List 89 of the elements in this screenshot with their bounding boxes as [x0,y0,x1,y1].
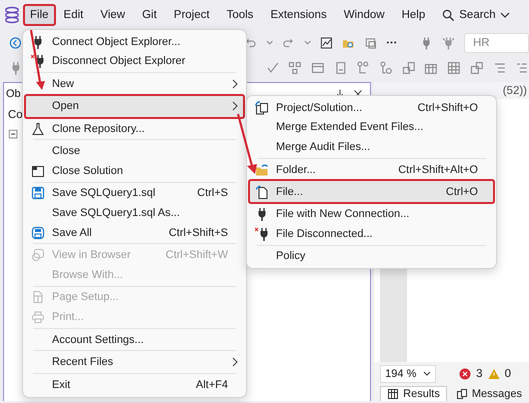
shortcut-text: Ctrl+Shift+Alt+O [398,164,478,176]
folder-icon [255,162,269,177]
table-icon [311,60,325,74]
menu-title[interactable]: View [95,6,130,24]
save-icon [31,186,45,200]
back-icon [9,36,22,50]
stack-icon [470,60,484,74]
list-icon [492,60,506,74]
file-icon [255,184,269,199]
menu-title[interactable]: Extensions [265,6,332,24]
tab-title: (52)) [502,84,527,96]
menu-item[interactable]: File Disconnected... [251,224,492,244]
menu-item[interactable]: Merge Extended Event Files... [251,118,492,138]
window-icon [364,36,377,50]
menu-item[interactable]: Save SQLQuery1.sql As... [27,203,242,223]
toolbar-text: Co [8,109,23,121]
chevron-icon [231,357,239,368]
menu-item[interactable]: Save All Ctrl+Shift+S [27,222,242,242]
menu-item[interactable]: Open [24,94,245,119]
caret-icon [304,38,312,46]
checkmark-icon [266,60,280,74]
menu-item[interactable]: New [27,74,242,94]
chevron-icon [231,78,239,89]
menu-title[interactable]: Tools [222,6,258,24]
stack-icon [402,60,416,74]
disconnected-plug-icon [255,226,269,241]
menu-item[interactable]: Recent Files [27,352,242,372]
diagram-icon [356,60,370,74]
copy-icon [255,100,269,115]
warning-count: 0 [504,368,511,380]
error-icon [459,368,472,380]
menu-title[interactable]: File [23,4,56,26]
shortcut-text: Alt+F4 [196,378,228,391]
zoom-dropdown[interactable]: 194 % [380,365,436,383]
menu-item[interactable]: Clone Repository... [27,118,242,138]
menu-item[interactable]: Connect Object Explorer... [27,32,242,52]
arrow [30,30,45,90]
disconnected-plug-icon [31,54,45,68]
flask-icon [31,122,45,136]
result-tab[interactable]: Messages [448,386,529,401]
panel-title: Ob [6,88,21,100]
window-icon [31,164,45,178]
menu-title[interactable]: Project [168,6,215,24]
grid-icon [447,60,461,74]
warning-icon [488,368,500,380]
chevron-icon [231,101,239,112]
menu-title[interactable]: Window [338,6,390,24]
diagram-icon [288,60,302,74]
menu-title[interactable]: Edit [58,6,88,24]
chart-icon [320,36,333,50]
menu-item[interactable]: Disconnect Object Explorer [27,52,242,72]
menu-item[interactable]: Close Solution [27,160,242,181]
shortcut-text: Ctrl+Shift+W [166,249,228,262]
arrow [236,114,257,174]
menu-item[interactable]: Save SQLQuery1.sql Ctrl+S [27,184,242,204]
menu-item[interactable]: File... Ctrl+O [248,179,495,204]
list-icon [515,60,529,74]
logo-icon [4,6,20,24]
caret-icon [266,38,273,46]
page-icon [334,60,348,74]
collapse-icon [8,129,20,141]
page-icon [31,290,45,304]
diagram-icon [379,60,393,74]
menu-item[interactable]: Merge Audit Files... [251,137,492,157]
shortcut-text: Ctrl+Shift+O [417,102,478,114]
result-tab[interactable]: Results [380,386,447,401]
plug-icon [442,36,455,50]
error-count: 3 [476,368,483,380]
search-icon [442,8,456,22]
menu-title[interactable]: Help [396,6,430,24]
shortcut-text: Ctrl+O [446,186,478,198]
menu-item[interactable]: File with New Connection... [251,204,492,224]
menu-item[interactable]: Folder... Ctrl+Shift+Alt+O [251,160,492,180]
caret-icon [423,370,432,378]
search-button[interactable]: Search [437,6,515,24]
menu-item[interactable]: Exit Alt+F4 [27,374,242,394]
menu-item[interactable]: Policy [251,246,492,266]
more-icon [386,41,397,44]
save-all-icon [31,226,45,240]
menu-item[interactable]: Account Settings... [27,330,242,350]
printer-icon [31,310,45,324]
browser-icon [31,248,45,262]
caret-icon [500,11,510,19]
menu-item[interactable]: Close [27,141,242,161]
shortcut-text: Ctrl+Shift+S [168,226,228,239]
menu-title[interactable]: Git [137,6,162,24]
menu-item[interactable]: Project/Solution... Ctrl+Shift+O [251,98,492,118]
shortcut-text: Ctrl+S [197,187,228,200]
grid-icon [387,388,400,400]
